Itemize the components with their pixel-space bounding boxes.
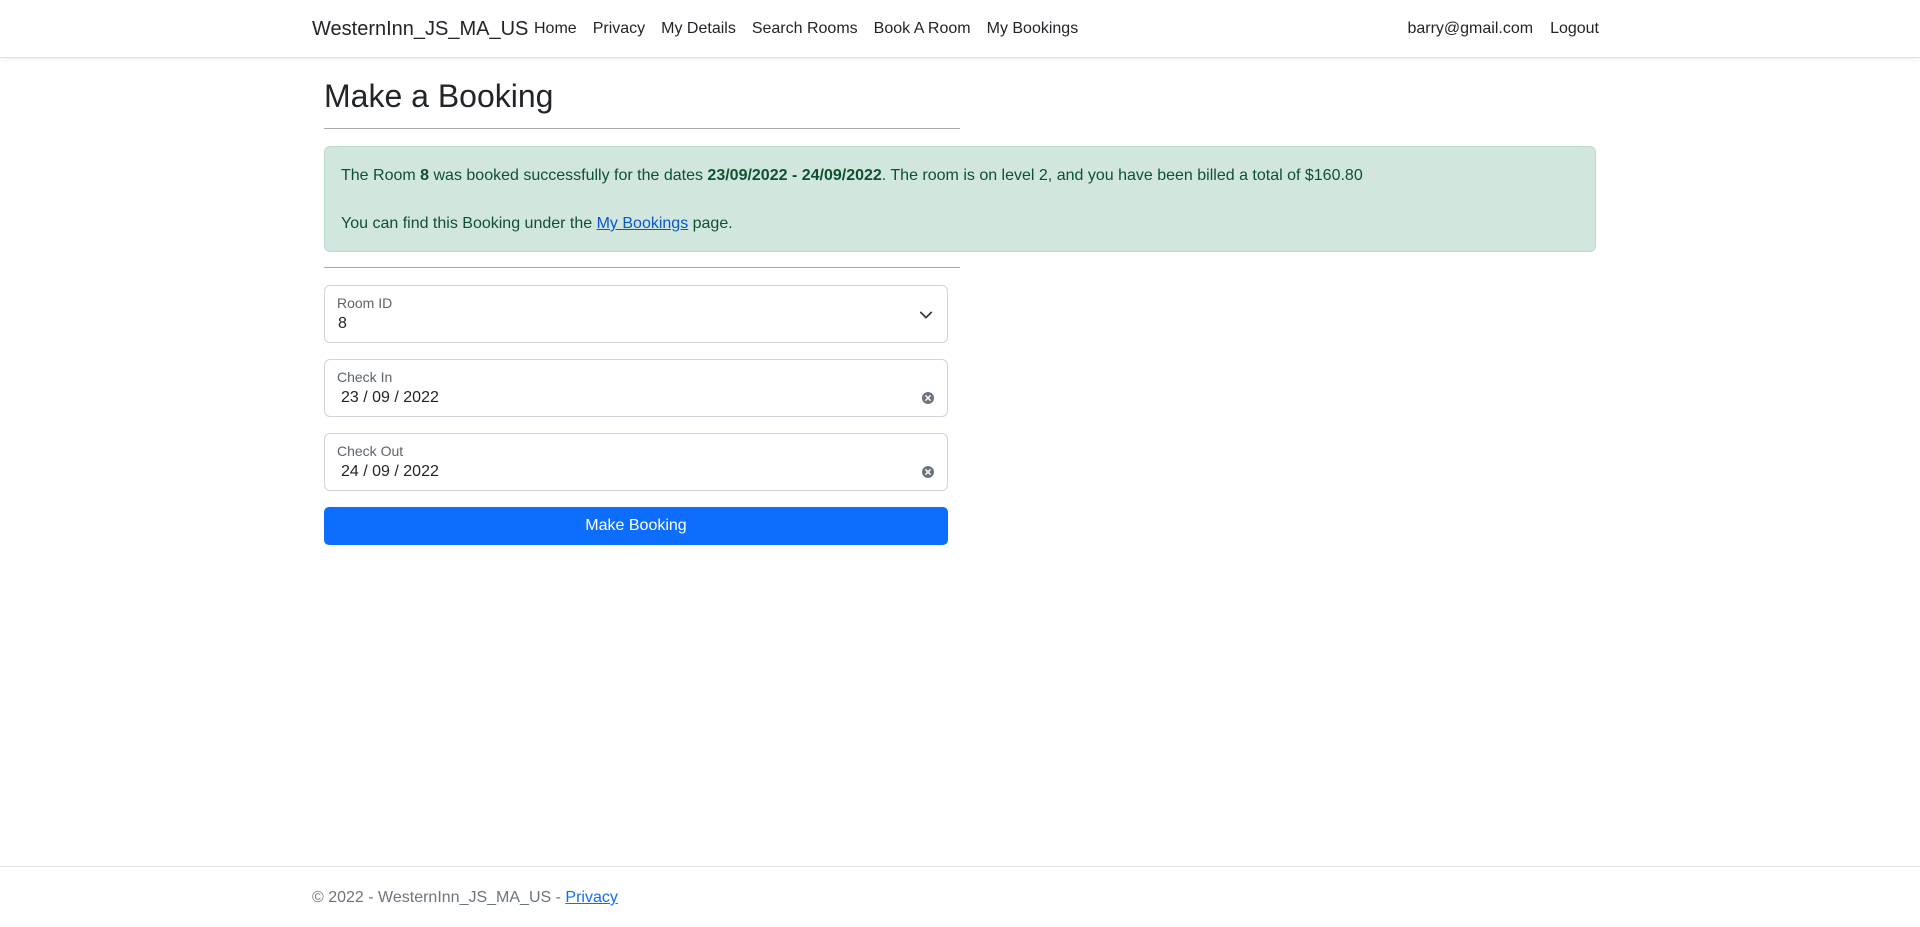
chevron-down-icon: [919, 311, 933, 319]
nav-user-area: barry@gmail.com Logout: [1390, 20, 1599, 38]
room-id-value: 8: [338, 315, 347, 332]
make-booking-button[interactable]: Make Booking: [324, 507, 948, 545]
check-out-field[interactable]: Check Out 24 / 09 / 2022: [324, 433, 948, 491]
nav-home[interactable]: Home: [534, 20, 577, 38]
nav-book-a-room[interactable]: Book A Room: [874, 20, 971, 38]
footer-copyright: © 2022 - WesternInn_JS_MA_US -: [312, 889, 566, 906]
divider-bottom: [324, 267, 960, 268]
check-out-value: 24 / 09 / 2022: [341, 463, 439, 480]
nav-my-details[interactable]: My Details: [661, 20, 736, 38]
divider-top: [324, 128, 960, 129]
footer-text: © 2022 - WesternInn_JS_MA_US - Privacy: [312, 889, 618, 907]
footer: © 2022 - WesternInn_JS_MA_US - Privacy: [0, 866, 1920, 927]
alert-bookings-hint: You can find this Booking under the My B…: [341, 215, 733, 233]
alert-text: The Room: [341, 167, 421, 184]
alert-text: page.: [688, 215, 733, 232]
alert-room-number: 8: [420, 167, 430, 184]
brand-link[interactable]: WesternInn_JS_MA_US: [312, 18, 528, 41]
user-email-link[interactable]: barry@gmail.com: [1407, 20, 1533, 38]
check-out-label: Check Out: [337, 443, 404, 459]
alert-text: . The room is on level 2, and you have b…: [881, 167, 1363, 184]
check-in-field[interactable]: Check In 23 / 09 / 2022: [324, 359, 948, 417]
nav-links: Home Privacy My Details Search Rooms Boo…: [534, 20, 1094, 38]
page-title: Make a Booking: [324, 78, 554, 114]
nav-privacy[interactable]: Privacy: [593, 20, 645, 38]
alert-text: was booked successfully for the dates: [429, 167, 708, 184]
nav-search-rooms[interactable]: Search Rooms: [752, 20, 858, 38]
clear-date-icon[interactable]: [922, 392, 934, 404]
clear-date-icon[interactable]: [922, 466, 934, 478]
logout-link[interactable]: Logout: [1550, 20, 1599, 38]
alert-dates: 23/09/2022 - 24/09/2022: [707, 167, 882, 184]
nav-my-bookings[interactable]: My Bookings: [987, 20, 1079, 38]
my-bookings-link[interactable]: My Bookings: [597, 215, 689, 232]
alert-message: The Room 8 was booked successfully for t…: [341, 167, 1363, 185]
room-id-select[interactable]: Room ID 8: [324, 285, 948, 343]
check-in-value: 23 / 09 / 2022: [341, 389, 439, 406]
check-in-label: Check In: [337, 369, 393, 385]
navbar: WesternInn_JS_MA_US Home Privacy My Deta…: [0, 0, 1920, 58]
alert-text: You can find this Booking under the: [341, 215, 597, 232]
footer-privacy-link[interactable]: Privacy: [565, 889, 617, 906]
room-id-label: Room ID: [337, 295, 393, 311]
success-alert: The Room 8 was booked successfully for t…: [324, 146, 1596, 252]
